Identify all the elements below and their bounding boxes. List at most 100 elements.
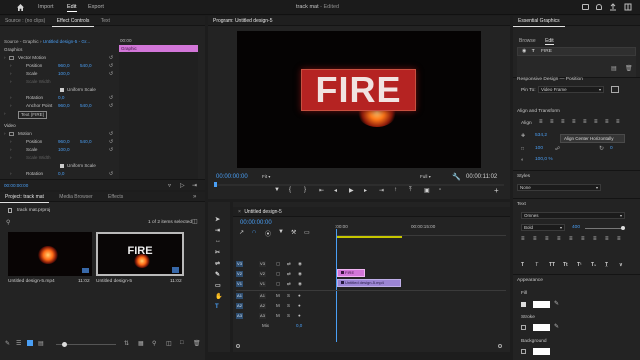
fill-color-swatch[interactable]	[533, 301, 550, 308]
font-style-select[interactable]: Bold ▾	[521, 224, 565, 231]
scale-value[interactable]: 100	[535, 146, 543, 151]
font-size-slider[interactable]	[585, 226, 625, 230]
font-size-slider-thumb[interactable]	[621, 226, 625, 230]
tab-effect-controls[interactable]: Effect Controls	[51, 16, 95, 27]
linked-selection-icon[interactable]: ⦿	[265, 229, 271, 238]
tab-project[interactable]: Project: track mat	[0, 192, 49, 203]
chevron-right-icon[interactable]: ›	[10, 70, 12, 78]
more-icon[interactable]: ∨	[619, 262, 623, 268]
lock-icon[interactable]: ▢	[276, 281, 280, 287]
extract-icon[interactable]: ⤒	[409, 187, 412, 194]
effect-clip-bar[interactable]: Graphic	[119, 45, 198, 52]
timeline-timecode[interactable]: 00:00:00:00	[240, 220, 272, 226]
ripple-edit-tool-icon[interactable]: ↔	[215, 238, 221, 244]
scroll-handle[interactable]	[236, 344, 240, 348]
effect-value[interactable]: 100,0	[58, 146, 70, 154]
effect-value[interactable]: 0,0	[58, 94, 64, 102]
effect-value[interactable]: 960,0	[58, 138, 70, 146]
out-point-icon[interactable]: }	[304, 187, 306, 193]
reset-icon[interactable]: ↺	[109, 94, 113, 102]
pen-tool-icon[interactable]: ✎	[215, 271, 220, 278]
quick-export-icon[interactable]	[609, 3, 617, 11]
text-align-center-icon[interactable]: ≡	[533, 236, 537, 242]
reset-icon[interactable]: ↺	[109, 146, 113, 154]
breadcrumb-source[interactable]: Source - Graphic	[4, 39, 39, 44]
zoom-slider-thumb[interactable]	[62, 342, 67, 347]
track-target-button[interactable]: A3	[259, 313, 266, 319]
zoom-slider[interactable]	[56, 342, 116, 347]
eye-icon[interactable]: ◉	[522, 48, 526, 54]
subscript-icon[interactable]: T₁	[591, 262, 596, 268]
reset-icon[interactable]: ↺	[109, 70, 113, 78]
tab-effects[interactable]: Effects	[99, 192, 128, 202]
program-scrubber[interactable]	[214, 182, 504, 187]
mic-icon[interactable]: ●	[298, 293, 301, 298]
align-middle-icon[interactable]: ≡	[617, 236, 621, 242]
sync-icon[interactable]: ⇄	[287, 261, 291, 267]
lock-icon[interactable]: ▢	[276, 261, 280, 267]
program-timecode[interactable]: 00:00:00:00	[216, 174, 248, 180]
uniform-scale-checkbox[interactable]	[60, 88, 64, 92]
track-target-button[interactable]: A1	[259, 293, 266, 299]
effect-value[interactable]: 960,0	[58, 102, 70, 110]
sort-icon[interactable]: ⇅	[124, 340, 129, 347]
go-to-in-icon[interactable]: ⇤	[319, 187, 324, 194]
underline-icon[interactable]: T̲	[605, 262, 608, 268]
uniform-scale-checkbox[interactable]	[60, 164, 64, 168]
effect-value[interactable]: 960,0	[58, 62, 70, 70]
scroll-handle[interactable]	[498, 344, 502, 348]
in-point-icon[interactable]: {	[289, 187, 291, 193]
solo-icon[interactable]: S	[287, 303, 290, 308]
type-tool-icon[interactable]: T	[215, 304, 219, 310]
position-x-value[interactable]: 534,2	[535, 133, 547, 138]
step-back-icon[interactable]: ◂	[334, 187, 337, 194]
selection-tool-icon[interactable]: ➤	[215, 216, 220, 223]
align-left-icon[interactable]: ≡	[572, 119, 576, 125]
align-vertical-bottom-icon[interactable]: ≡	[561, 119, 565, 125]
resolution-select[interactable]: Full ▾	[420, 174, 440, 181]
list-view-icon[interactable]: ☰	[16, 340, 21, 347]
tab-sequence[interactable]: Untitled design-5	[242, 207, 287, 217]
mic-icon[interactable]: ●	[298, 303, 301, 308]
bold-icon[interactable]: T	[521, 262, 524, 268]
chevron-right-icon[interactable]: ›	[10, 62, 12, 70]
sync-icon[interactable]: ⇄	[287, 281, 291, 287]
filter-icon[interactable]: ▿	[168, 182, 171, 189]
mute-icon[interactable]: M	[276, 293, 280, 298]
clip-v2-fire[interactable]: FIRE	[337, 269, 365, 277]
eye-icon[interactable]: ◉	[298, 261, 302, 267]
reset-icon[interactable]: ↺	[109, 130, 113, 138]
comparison-icon[interactable]: ▫	[439, 187, 441, 193]
fullscreen-icon[interactable]	[582, 4, 589, 10]
effect-value[interactable]: 540,0	[80, 102, 92, 110]
chevron-right-icon[interactable]: ›	[10, 94, 12, 102]
write-protect-icon[interactable]: ✎	[5, 340, 10, 347]
tab-source[interactable]: Source : (no clips)	[0, 16, 50, 26]
rectangle-tool-icon[interactable]: ▭	[215, 282, 221, 289]
snap-icon[interactable]: ∩	[252, 229, 256, 235]
pin-to-select[interactable]: Video Frame ▾	[538, 86, 604, 93]
export-frame-icon[interactable]: ▣	[424, 187, 430, 194]
nest-icon[interactable]: ↗	[239, 229, 244, 236]
font-family-select[interactable]: Omnes ▾	[521, 212, 625, 219]
align-vertical-top-icon[interactable]: ≡	[539, 119, 543, 125]
track-target-button[interactable]: V1	[259, 281, 266, 287]
new-bin-icon[interactable]: ◫	[192, 218, 198, 225]
work-area-bar[interactable]	[336, 236, 402, 238]
settings-wrench-icon[interactable]: 🔧	[452, 173, 461, 181]
sync-icon[interactable]: ⇄	[287, 271, 291, 277]
automate-icon[interactable]: ▦	[138, 340, 144, 347]
reset-icon[interactable]: ↺	[109, 102, 113, 110]
razor-tool-icon[interactable]: ✂	[215, 249, 220, 256]
play-icon[interactable]: ▶	[349, 187, 354, 194]
chevron-right-icon[interactable]: ›	[4, 130, 6, 138]
distribute-horizontal-icon[interactable]: ≡	[605, 119, 609, 125]
styles-select[interactable]: None ▾	[517, 184, 601, 191]
mute-icon[interactable]: M	[276, 313, 280, 318]
video-audio-separator[interactable]	[236, 290, 506, 291]
icon-view-icon[interactable]	[27, 340, 33, 346]
small-caps-icon[interactable]: Tt	[563, 262, 568, 268]
lift-icon[interactable]: ↑	[394, 187, 397, 193]
track-select-tool-icon[interactable]: ⇥	[215, 227, 220, 234]
effect-value[interactable]: 540,0	[80, 62, 92, 70]
